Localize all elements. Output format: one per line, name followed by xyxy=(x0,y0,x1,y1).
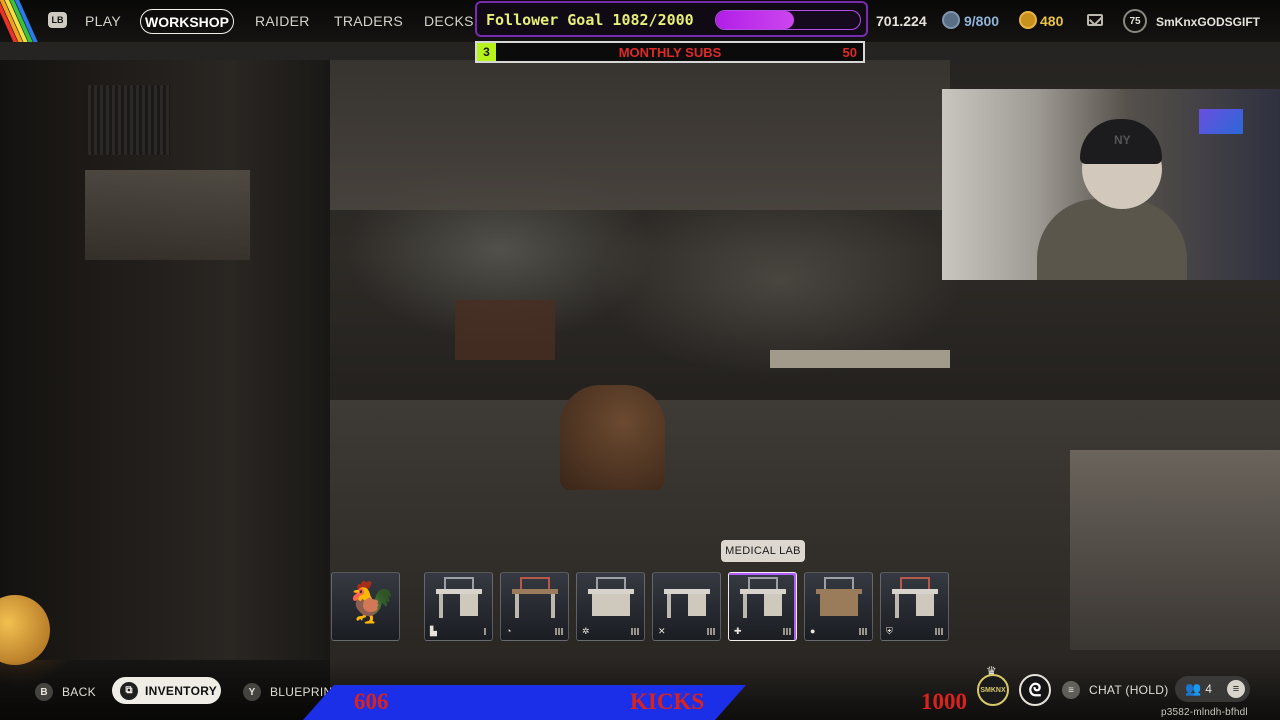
back-button[interactable]: B BACK xyxy=(35,680,96,704)
streamer-body xyxy=(1037,199,1187,280)
chat-button[interactable]: ≡ CHAT (HOLD) xyxy=(1062,680,1169,700)
hotbar-slot-refiner[interactable]: ✲ xyxy=(576,572,645,641)
chat-label: CHAT (HOLD) xyxy=(1089,683,1169,697)
hotbar-slot-workbench[interactable]: ▙ xyxy=(424,572,493,641)
inventory-button[interactable]: ⧉ INVENTORY xyxy=(112,677,221,704)
session-id: p3582-mlndh-bfhdl xyxy=(1161,707,1248,718)
wall-window xyxy=(85,170,250,260)
follower-goal-label: Follower Goal 1082/2000 xyxy=(486,11,694,29)
hotbar-slot-rooster[interactable]: 🐓 xyxy=(331,572,400,641)
monthly-subs-widget: MONTHLY SUBS 3 50 xyxy=(475,41,865,63)
bench-icon: ▙ xyxy=(430,626,437,636)
shield-icon: ⛨ xyxy=(886,626,893,636)
hotbar-slot-medical-lab[interactable]: ✚ xyxy=(728,572,797,641)
kicks-goal: 1000 xyxy=(921,689,967,714)
smknx-logo: SMKNX xyxy=(977,674,1009,706)
kicks-current: 606 xyxy=(354,689,389,714)
r-logo-icon: ᘓ xyxy=(1019,674,1051,706)
tab-workshop[interactable]: WORKSHOP xyxy=(140,9,234,34)
inventory-label: INVENTORY xyxy=(145,683,218,698)
tier-icon xyxy=(859,628,867,635)
tools-icon: ✕ xyxy=(658,626,666,636)
tab-traders[interactable]: TRADERS xyxy=(334,13,403,29)
tier-icon xyxy=(631,628,639,635)
recycle-icon: ✲ xyxy=(582,626,590,636)
friends-count: 4 xyxy=(1205,682,1212,696)
tier-icon xyxy=(707,628,715,635)
b-key-icon: B xyxy=(35,683,53,701)
monthly-subs-label: MONTHLY SUBS xyxy=(618,45,722,60)
back-label: BACK xyxy=(62,685,96,699)
tier-icon xyxy=(935,628,943,635)
username[interactable]: SmKnxGODSGIFT xyxy=(1156,15,1260,29)
tier-icon xyxy=(783,628,791,635)
friends-menu-icon[interactable]: ≡ xyxy=(1227,680,1245,698)
shelf xyxy=(1070,450,1280,650)
follower-goal-fill xyxy=(716,11,794,29)
follower-goal-progress xyxy=(715,10,861,30)
monthly-subs-count: 3 xyxy=(477,43,496,61)
kicks-label: KICKS xyxy=(630,689,705,714)
desk xyxy=(455,300,555,360)
friends-pill[interactable]: 👥 4 ≡ xyxy=(1175,676,1250,702)
wall-vent xyxy=(85,85,170,155)
lb-key-icon: LB xyxy=(48,12,67,28)
rooster-icon: 🐓 xyxy=(346,581,396,625)
tab-raider[interactable]: RAIDER xyxy=(255,13,310,29)
tier-icon xyxy=(555,628,563,635)
hotbar-slot-gear-bench[interactable]: ⛨ xyxy=(880,572,949,641)
y-key-icon: Y xyxy=(243,683,261,701)
tab-play[interactable]: PLAY xyxy=(85,13,121,29)
hotbar-slot-utility-station[interactable]: ✕ xyxy=(652,572,721,641)
bomb-icon: ● xyxy=(810,626,816,636)
plus-icon: ✚ xyxy=(734,626,742,636)
gold-coin-icon xyxy=(1019,11,1037,29)
webcam-feed xyxy=(942,89,1280,280)
background-monitor xyxy=(1199,109,1243,134)
streamer-cap xyxy=(1080,119,1162,164)
ceiling xyxy=(330,60,950,210)
workbench-table xyxy=(770,350,950,368)
currency-main-value: 701.224 xyxy=(876,13,927,29)
tier-icon xyxy=(484,628,487,635)
gun-icon: ◔ xyxy=(506,626,512,636)
armchair xyxy=(560,385,665,490)
currency-blue-value: 9/800 xyxy=(964,13,1000,29)
rainbow-stripe-decoration xyxy=(0,0,40,42)
blue-coin-icon xyxy=(942,11,960,29)
follower-goal-widget: Follower Goal 1082/2000 xyxy=(475,1,868,37)
menu-key-icon: ≡ xyxy=(1062,681,1080,699)
hotbar-slot-gunsmith[interactable]: ◔ xyxy=(500,572,569,641)
player-level-badge[interactable]: 75 xyxy=(1123,9,1147,33)
monthly-subs-target: 50 xyxy=(842,45,857,60)
view-key-icon: ⧉ xyxy=(120,681,138,700)
hotbar-slot-explosives-station[interactable]: ● xyxy=(804,572,873,641)
tab-decks[interactable]: DECKS xyxy=(424,13,474,29)
friends-icon: 👥 xyxy=(1185,681,1202,696)
currency-gold-value: 480 xyxy=(1040,13,1064,29)
mail-icon[interactable] xyxy=(1087,14,1103,26)
selected-station-tooltip: MEDICAL LAB xyxy=(721,540,805,562)
